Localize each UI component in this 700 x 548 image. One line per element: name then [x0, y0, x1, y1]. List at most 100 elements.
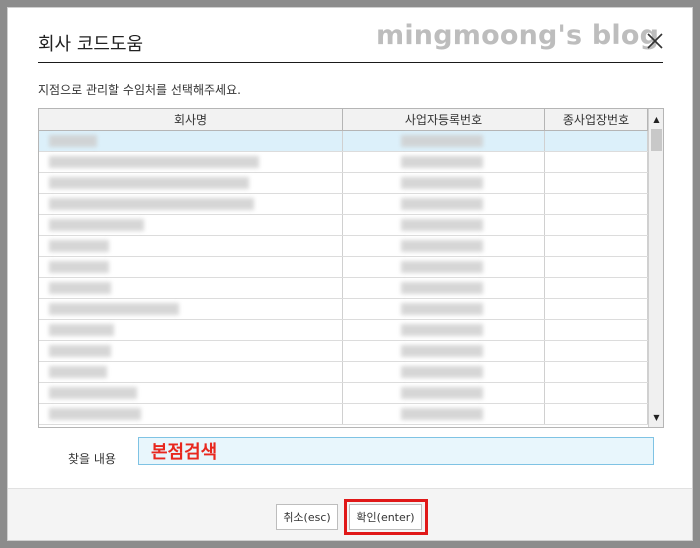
column-header-company-name[interactable]: 회사명 — [39, 109, 343, 130]
scroll-thumb[interactable] — [651, 129, 662, 151]
table-cell — [545, 383, 648, 403]
table-row[interactable] — [39, 362, 648, 383]
redacted-value — [401, 135, 483, 147]
search-label: 찾을 내용 — [68, 452, 116, 466]
company-code-dialog: 회사 코드도움 mingmoong's blog 지점으로 관리할 수임처를 선… — [7, 7, 693, 541]
table-cell — [545, 131, 648, 151]
table-cell — [343, 299, 545, 319]
redacted-value — [49, 345, 111, 357]
table-cell — [343, 341, 545, 361]
table-cell — [39, 236, 343, 256]
redacted-value — [401, 198, 483, 210]
table-cell — [39, 320, 343, 340]
redacted-value — [401, 240, 483, 252]
table-cell — [343, 404, 545, 424]
instruction-text: 지점으로 관리할 수임처를 선택해주세요. — [38, 83, 241, 97]
table-cell — [39, 173, 343, 193]
redacted-value — [49, 303, 179, 315]
redacted-value — [49, 408, 141, 420]
table-cell — [343, 215, 545, 235]
table-cell — [545, 320, 648, 340]
redacted-value — [49, 240, 109, 252]
vertical-scrollbar[interactable]: ▲ ▼ — [648, 109, 663, 427]
redacted-value — [401, 408, 483, 420]
table-row[interactable] — [39, 383, 648, 404]
search-input[interactable] — [138, 437, 654, 465]
scroll-down-icon[interactable]: ▼ — [649, 409, 663, 425]
grid-header: 회사명 사업자등록번호 종사업장번호 — [39, 109, 648, 131]
table-row[interactable] — [39, 173, 648, 194]
redacted-value — [401, 261, 483, 273]
scroll-up-icon[interactable]: ▲ — [649, 111, 663, 127]
redacted-value — [49, 135, 97, 147]
table-cell — [39, 362, 343, 382]
redacted-value — [401, 303, 483, 315]
table-row[interactable] — [39, 215, 648, 236]
confirm-highlight-box — [344, 499, 428, 535]
table-cell — [343, 131, 545, 151]
dialog-title: 회사 코드도움 — [38, 34, 144, 55]
redacted-value — [401, 219, 483, 231]
table-cell — [545, 362, 648, 382]
cancel-button[interactable]: 취소(esc) — [276, 504, 338, 530]
table-cell — [545, 299, 648, 319]
table-cell — [545, 194, 648, 214]
dialog-footer: 취소(esc) 확인(enter) — [8, 488, 692, 540]
table-cell — [343, 257, 545, 277]
table-cell — [545, 152, 648, 172]
table-cell — [343, 194, 545, 214]
table-cell — [545, 173, 648, 193]
table-cell — [343, 362, 545, 382]
table-cell — [39, 257, 343, 277]
grid-rows — [39, 131, 648, 425]
redacted-value — [49, 177, 249, 189]
redacted-value — [401, 156, 483, 168]
table-cell — [39, 131, 343, 151]
table-cell — [39, 194, 343, 214]
table-row[interactable] — [39, 152, 648, 173]
table-row[interactable] — [39, 194, 648, 215]
table-cell — [39, 404, 343, 424]
redacted-value — [49, 261, 109, 273]
table-row[interactable] — [39, 320, 648, 341]
table-cell — [545, 257, 648, 277]
table-row[interactable] — [39, 131, 648, 152]
table-cell — [545, 278, 648, 298]
table-cell — [343, 152, 545, 172]
title-divider — [38, 62, 663, 63]
table-cell — [545, 404, 648, 424]
table-row[interactable] — [39, 404, 648, 425]
redacted-value — [49, 387, 137, 399]
table-cell — [545, 215, 648, 235]
table-row[interactable] — [39, 257, 648, 278]
table-row[interactable] — [39, 299, 648, 320]
table-cell — [343, 173, 545, 193]
redacted-value — [401, 282, 483, 294]
table-cell — [39, 383, 343, 403]
table-cell — [545, 236, 648, 256]
table-cell — [39, 278, 343, 298]
redacted-value — [401, 177, 483, 189]
blog-watermark: mingmoong's blog — [376, 20, 660, 51]
redacted-value — [49, 219, 144, 231]
table-row[interactable] — [39, 278, 648, 299]
table-cell — [39, 152, 343, 172]
table-cell — [545, 341, 648, 361]
table-cell — [39, 341, 343, 361]
table-cell — [343, 383, 545, 403]
redacted-value — [49, 198, 254, 210]
table-cell — [39, 215, 343, 235]
table-cell — [343, 236, 545, 256]
column-header-branch-number[interactable]: 종사업장번호 — [545, 109, 648, 130]
table-cell — [343, 278, 545, 298]
table-row[interactable] — [39, 341, 648, 362]
company-grid[interactable]: 회사명 사업자등록번호 종사업장번호 ▲ ▼ — [38, 108, 664, 428]
redacted-value — [401, 324, 483, 336]
table-cell — [343, 320, 545, 340]
redacted-value — [401, 345, 483, 357]
table-row[interactable] — [39, 236, 648, 257]
table-cell — [39, 299, 343, 319]
redacted-value — [49, 324, 114, 336]
close-icon[interactable] — [646, 32, 664, 50]
column-header-business-number[interactable]: 사업자등록번호 — [343, 109, 545, 130]
